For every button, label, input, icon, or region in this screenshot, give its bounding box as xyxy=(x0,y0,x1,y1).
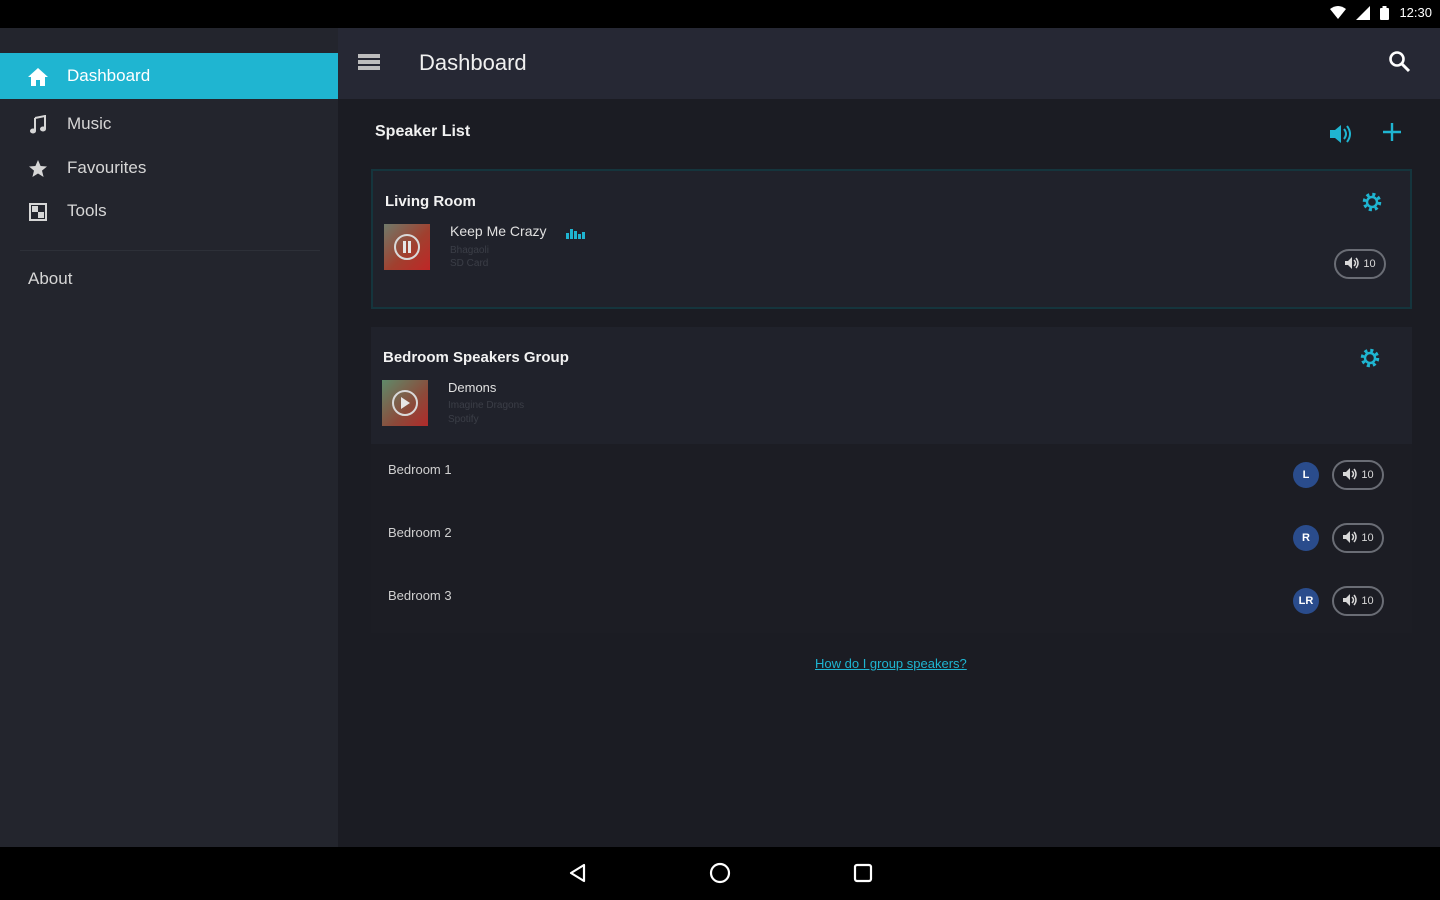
volume-value: 10 xyxy=(1363,258,1376,270)
volume-value: 10 xyxy=(1361,595,1374,607)
track-title: Keep Me Crazy xyxy=(450,223,547,239)
volume-icon xyxy=(1342,593,1358,610)
sidebar-item-label: Favourites xyxy=(67,158,147,177)
back-icon[interactable] xyxy=(566,861,592,887)
sidebar: Dashboard Music Favourites Tools About xyxy=(0,28,338,847)
sidebar-item-favourites[interactable]: Favourites xyxy=(0,145,338,191)
album-art[interactable] xyxy=(382,380,428,426)
speaker-name: Living Room xyxy=(385,193,476,210)
sidebar-item-label: Dashboard xyxy=(67,66,151,85)
group-member-row[interactable]: Bedroom 3 LR 10 xyxy=(371,570,1412,633)
volume-value: 10 xyxy=(1361,532,1374,544)
sidebar-divider xyxy=(20,250,320,251)
add-icon[interactable] xyxy=(1380,120,1406,146)
track-artist: Bhagaoli xyxy=(450,245,489,256)
member-name: Bedroom 3 xyxy=(388,588,452,603)
sidebar-item-about[interactable]: About xyxy=(28,269,72,289)
member-name: Bedroom 2 xyxy=(388,525,452,540)
music-note-icon xyxy=(26,113,50,137)
gear-icon[interactable] xyxy=(1359,189,1385,215)
volume-value: 10 xyxy=(1361,469,1374,481)
section-title: Speaker List xyxy=(375,123,471,140)
channel-badge[interactable]: R xyxy=(1293,525,1319,551)
search-icon[interactable] xyxy=(1388,50,1414,76)
status-bar: 12:30 xyxy=(0,0,1440,28)
system-nav-bar xyxy=(0,847,1440,900)
main-content: Speaker List Living Room Keep Me Crazy B… xyxy=(338,99,1440,847)
tools-icon xyxy=(26,200,50,224)
track-source: SD Card xyxy=(450,258,489,269)
wifi-icon xyxy=(1330,5,1347,20)
cell-signal-icon xyxy=(1356,5,1371,20)
sidebar-item-dashboard[interactable]: Dashboard xyxy=(0,53,338,99)
speaker-group-card[interactable]: Bedroom Speakers Group Demons Imagine Dr… xyxy=(371,327,1412,633)
battery-icon xyxy=(1380,5,1390,20)
volume-icon xyxy=(1342,467,1358,484)
member-name: Bedroom 1 xyxy=(388,462,452,477)
volume-button[interactable]: 10 xyxy=(1332,523,1384,553)
album-art[interactable] xyxy=(384,224,430,270)
clock: 12:30 xyxy=(1399,5,1432,20)
menu-icon[interactable] xyxy=(358,53,382,73)
sidebar-item-tools[interactable]: Tools xyxy=(0,188,338,234)
track-title: Demons xyxy=(448,380,497,395)
play-icon[interactable] xyxy=(392,390,418,416)
pause-icon[interactable] xyxy=(394,234,420,260)
sidebar-item-music[interactable]: Music xyxy=(0,101,338,147)
volume-button[interactable]: 10 xyxy=(1334,249,1386,279)
group-member-row[interactable]: Bedroom 2 R 10 xyxy=(371,507,1412,570)
help-link[interactable]: How do I group speakers? xyxy=(815,656,967,671)
speaker-volume-icon[interactable] xyxy=(1328,122,1354,148)
channel-badge[interactable]: L xyxy=(1293,462,1319,488)
sidebar-item-label: Music xyxy=(67,114,112,133)
volume-icon xyxy=(1344,256,1360,273)
home-icon xyxy=(26,65,50,89)
volume-button[interactable]: 10 xyxy=(1332,460,1384,490)
recents-icon[interactable] xyxy=(851,861,877,887)
page-title: Dashboard xyxy=(419,50,527,75)
track-artist: Imagine Dragons xyxy=(448,400,525,411)
home-circle-icon[interactable] xyxy=(708,861,734,887)
gear-icon[interactable] xyxy=(1357,345,1383,371)
app-bar: Dashboard xyxy=(338,28,1440,99)
track-source: Spotify xyxy=(448,414,479,425)
equalizer-icon xyxy=(566,226,586,244)
sidebar-item-label: Tools xyxy=(67,201,107,220)
volume-icon xyxy=(1342,530,1358,547)
group-name: Bedroom Speakers Group xyxy=(383,349,569,366)
speaker-card[interactable]: Living Room Keep Me Crazy Bhagaoli SD Ca… xyxy=(371,169,1412,309)
channel-badge[interactable]: LR xyxy=(1293,588,1319,614)
star-icon xyxy=(26,157,50,181)
volume-button[interactable]: 10 xyxy=(1332,586,1384,616)
group-member-row[interactable]: Bedroom 1 L 10 xyxy=(371,444,1412,507)
